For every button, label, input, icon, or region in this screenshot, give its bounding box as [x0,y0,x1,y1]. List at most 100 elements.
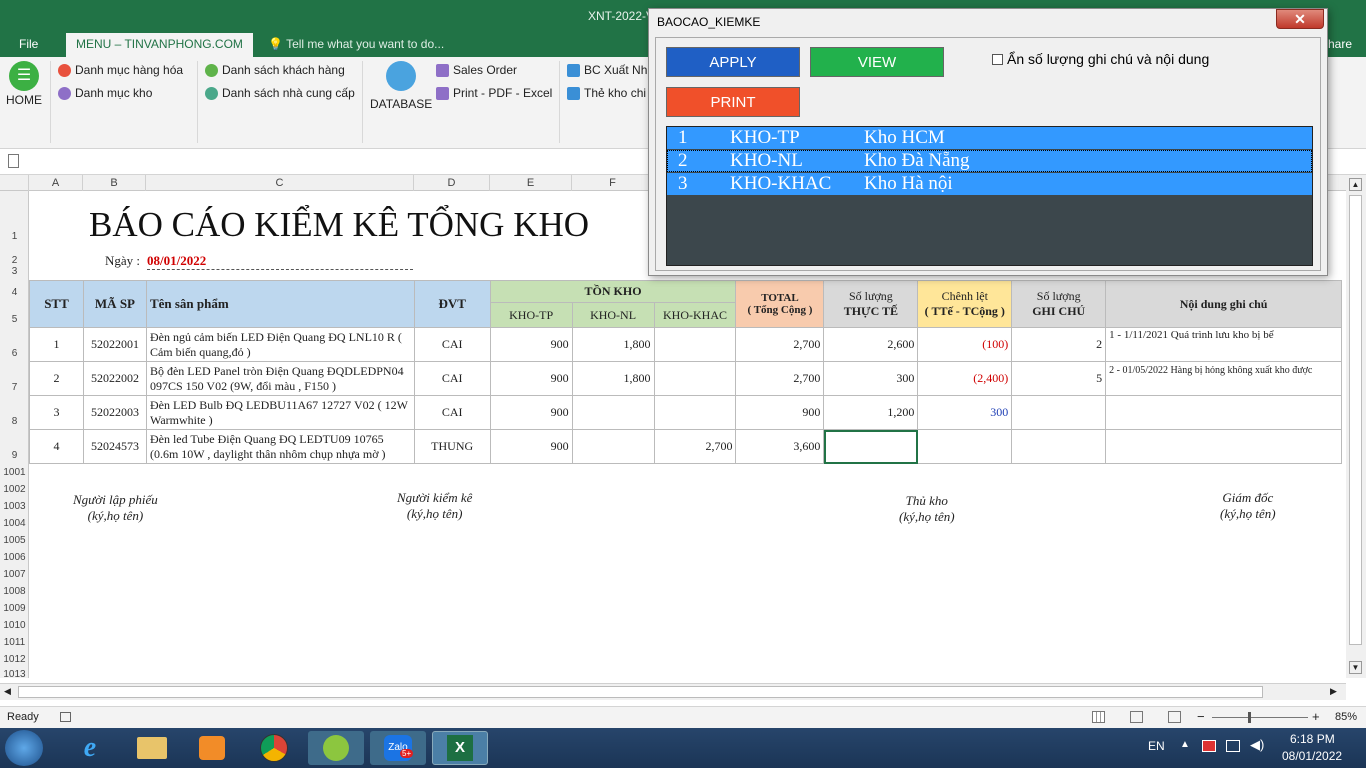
cell-noi-dung[interactable]: 1 - 1/11/2021 Quá trình lưu kho bị bể [1105,327,1342,362]
row-header[interactable]: 2 [0,255,29,266]
home-button[interactable]: ☰ HOME [6,61,42,107]
row-header[interactable]: 1004 [0,518,29,529]
excel-icon[interactable]: X [432,731,488,765]
list-item[interactable]: 3 KHO-KHAC Kho Hà nội [667,173,1312,195]
scroll-thumb[interactable] [1349,195,1362,645]
cell-kho-khac[interactable] [653,395,737,430]
warehouse-listbox[interactable]: 1 KHO-TP Kho HCM 2 KHO-NL Kho Đà Nẵng 3 … [666,126,1313,266]
row-header[interactable]: 7 [0,382,29,393]
macro-record-icon[interactable] [60,712,71,722]
cell-kho-khac[interactable] [653,327,737,362]
row-header[interactable]: 1008 [0,586,29,597]
clock-time[interactable]: 6:18 PM [1290,732,1335,746]
cell-kho-khac[interactable]: 2,700 [653,429,737,464]
tell-me-box[interactable]: 💡 Tell me what you want to do... [268,37,444,51]
cell-total[interactable]: 900 [735,395,825,430]
tab-menu[interactable]: MENU – TINVANPHONG.COM [66,33,253,57]
cell-ma[interactable]: 52024573 [82,429,147,464]
danh-sach-ncc-button[interactable]: Danh sách nhà cung cấp [205,86,355,100]
cell-total[interactable]: 2,700 [735,361,825,396]
file-explorer-icon[interactable] [124,731,180,765]
cell-total[interactable]: 3,600 [735,429,825,464]
row-header[interactable]: 1003 [0,501,29,512]
cell-ghi-chu[interactable]: 5 [1011,361,1107,396]
cell-thuc-te[interactable]: 1,200 [823,395,919,430]
page-break-icon[interactable] [1168,711,1181,723]
cell-kho-tp[interactable]: 900 [489,361,573,396]
row-header[interactable]: 6 [0,348,29,359]
row-header[interactable]: 3 [0,266,29,277]
cell-total[interactable]: 2,700 [735,327,825,362]
cell-stt[interactable]: 4 [29,429,84,464]
cell-ten[interactable]: Bộ đèn LED Panel tròn Điện Quang ĐQDLEDP… [145,361,415,396]
row-header[interactable]: 5 [0,314,29,325]
close-button[interactable]: ✕ [1276,9,1324,29]
cell-kho-tp[interactable]: 900 [489,429,573,464]
column-header[interactable]: C [146,175,414,191]
date-value[interactable]: 08/01/2022 [147,253,413,270]
apply-button[interactable]: APPLY [666,47,800,77]
cell-kho-nl[interactable]: 1,800 [571,361,655,396]
chrome-icon[interactable] [246,731,302,765]
row-header[interactable]: 1013 [0,669,29,680]
cell-ten[interactable]: Đèn led Tube Điện Quang ĐQ LEDTU09 10765… [145,429,415,464]
sales-order-button[interactable]: Sales Order [436,63,517,77]
row-header[interactable]: 9 [0,450,29,461]
start-button[interactable] [5,730,43,766]
cell-stt[interactable]: 1 [29,327,84,362]
select-all-corner[interactable] [0,175,29,191]
cell-dvt[interactable]: CAI [413,327,491,362]
cell-stt[interactable]: 3 [29,395,84,430]
cell-ma[interactable]: 52022001 [82,327,147,362]
cell-ghi-chu[interactable]: 2 [1011,327,1107,362]
row-header[interactable]: 1011 [0,637,29,648]
zoom-in-icon[interactable]: + [1312,709,1320,724]
column-header[interactable]: B [83,175,146,191]
cell-thuc-te[interactable]: 300 [823,361,919,396]
row-header[interactable]: 1010 [0,620,29,631]
danh-sach-khach-hang-button[interactable]: Danh sách khách hàng [205,63,345,77]
zoom-level[interactable]: 85% [1335,711,1357,723]
cell-ma[interactable]: 52022002 [82,361,147,396]
cell-thuc-te[interactable]: 2,600 [823,327,919,362]
cell-ghi-chu[interactable] [1011,429,1107,464]
cell-ten[interactable]: Đèn LED Bulb ĐQ LEDBU11A67 12727 V02 ( 1… [145,395,415,430]
row-header[interactable]: 1 [0,231,29,242]
page-layout-icon[interactable] [1130,711,1143,723]
column-header[interactable]: F [572,175,654,191]
row-header[interactable]: 1005 [0,535,29,546]
print-button[interactable]: PRINT [666,87,800,117]
cell-ten[interactable]: Đèn ngủ cảm biến LED Điện Quang ĐQ LNL10… [145,327,415,362]
list-item[interactable]: 1 KHO-TP Kho HCM [667,127,1312,149]
zoom-slider[interactable] [1212,717,1308,718]
cell-noi-dung[interactable]: 2 - 01/05/2022 Hàng bị hỏng không xuất k… [1105,361,1342,396]
zalo-icon[interactable]: Zalo 5+ [370,731,426,765]
coccoc-icon[interactable] [308,731,364,765]
cell-kho-khac[interactable] [653,361,737,396]
zoom-out-icon[interactable]: − [1197,709,1205,724]
zoom-slider-thumb[interactable] [1248,712,1251,723]
language-indicator[interactable]: EN [1148,739,1165,753]
cell-kho-nl[interactable]: 1,800 [571,327,655,362]
row-header[interactable]: 4 [0,287,29,298]
scroll-right-arrow[interactable]: ▶ [1330,686,1337,697]
cell-chenh-lech[interactable]: (2,400) [917,361,1013,396]
bc-xuat-nhap-button[interactable]: BC Xuất Nh [567,63,647,77]
list-item[interactable]: 2 KHO-NL Kho Đà Nẵng [667,150,1312,172]
cell-dvt[interactable]: CAI [413,395,491,430]
horizontal-scrollbar[interactable]: ◀ ▶ [0,683,1346,700]
share-button[interactable]: hare [1328,37,1352,51]
row-header[interactable]: 1002 [0,484,29,495]
cell-dvt[interactable]: THUNG [413,429,491,464]
ie-icon[interactable]: e [62,731,118,765]
vertical-scrollbar[interactable]: ▲ ▼ [1346,175,1366,678]
column-header[interactable]: D [414,175,490,191]
row-header[interactable]: 1012 [0,654,29,665]
cell-noi-dung[interactable] [1105,395,1342,430]
scroll-up-arrow[interactable]: ▲ [1349,178,1362,191]
scroll-down-arrow[interactable]: ▼ [1349,661,1362,674]
hscroll-thumb[interactable] [18,686,1263,698]
tab-file[interactable]: File [19,37,38,51]
row-header[interactable]: 1009 [0,603,29,614]
database-button[interactable]: DATABASE [370,61,432,111]
